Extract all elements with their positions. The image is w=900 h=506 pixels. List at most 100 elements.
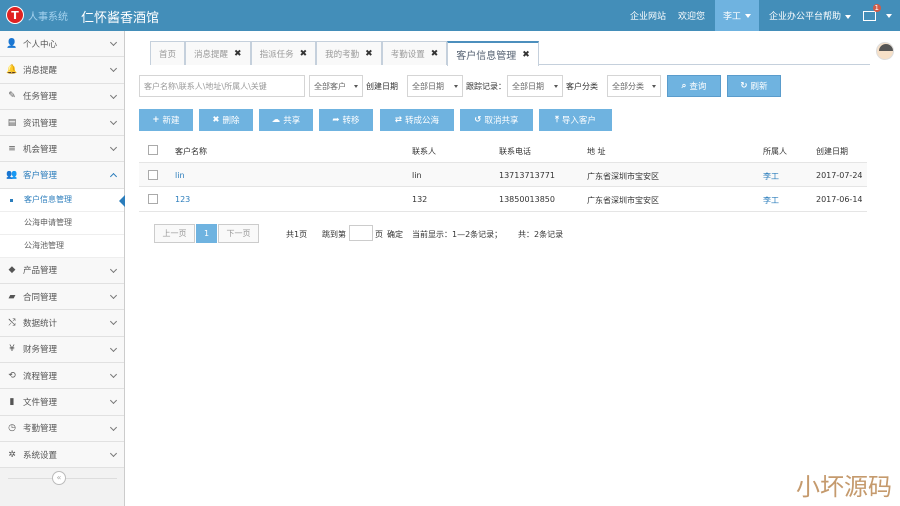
refresh-label: 刷新: [750, 82, 768, 92]
sidebar-item-3[interactable]: ▤ 资讯管理: [0, 109, 124, 137]
category-label: 客户分类: [566, 82, 598, 91]
total-pages: 共1页: [286, 230, 308, 239]
refresh-button[interactable]: ↻ 刷新: [727, 75, 781, 97]
sidebar-item-5[interactable]: 👥 客户管理: [0, 162, 124, 189]
chevron-down-icon: [109, 344, 118, 352]
chevron-down-icon: [109, 292, 118, 300]
action-label: 转移: [342, 116, 360, 126]
tab-4[interactable]: 考勤设置 ✖: [381, 41, 448, 65]
tab-2[interactable]: 指派任务 ✖: [250, 41, 317, 65]
app-title: 仁怀酱香酒馆: [81, 11, 160, 26]
tab-5[interactable]: 客户信息管理 ✖: [447, 41, 539, 66]
help-menu[interactable]: 企业办公平台帮助: [769, 9, 851, 22]
sidebar-item-13[interactable]: ✲ 系统设置: [0, 441, 124, 469]
row-checkbox[interactable]: [148, 169, 158, 180]
sidebar-item-label: 文件管理: [23, 397, 58, 408]
table-cell: 广东省深圳市宝安区: [587, 196, 659, 205]
logo-icon: T: [6, 6, 24, 24]
prev-page-button[interactable]: 上一页: [154, 224, 195, 243]
tab-1[interactable]: 消息提醒 ✖: [185, 41, 251, 65]
action-button-1[interactable]: ✖ 删除: [199, 109, 253, 131]
chevron-down-icon: [109, 38, 118, 47]
sidebar-item-8[interactable]: ⤭ 数据统计: [0, 310, 124, 337]
sidebar-item-2[interactable]: ✎ 任务管理: [0, 83, 124, 110]
sidebar-item-11[interactable]: ▮ 文件管理: [0, 389, 124, 416]
customer-select[interactable]: 全部客户: [309, 75, 363, 97]
user-menu[interactable]: 李工: [714, 0, 759, 31]
table-cell[interactable]: 李工: [763, 171, 779, 182]
action-button-3[interactable]: ➦ 转移: [319, 109, 373, 131]
mail-badge: 1: [872, 3, 881, 12]
column-header: 客户名称: [175, 147, 207, 156]
sidebar-item-7[interactable]: ▰ 合同管理: [0, 284, 124, 311]
sidebar-item-12[interactable]: ◷ 考勤管理: [0, 415, 124, 442]
row-checkbox[interactable]: [148, 194, 158, 204]
table-cell: 2017-07-24: [816, 170, 863, 180]
sidebar-item-6[interactable]: ◆ 产品管理: [0, 257, 124, 285]
sidebar-item-9[interactable]: ¥ 财务管理: [0, 336, 124, 363]
sidebar-item-label: 任务管理: [23, 92, 58, 103]
dropbox-icon: ◆: [8, 265, 16, 276]
sidebar-item-1[interactable]: 🔔 消息提醒: [0, 57, 124, 84]
sidebar-item-label: 个人中心: [23, 39, 58, 50]
action-button-0[interactable]: + 新建: [139, 109, 193, 131]
folder-icon: ▰: [8, 291, 16, 302]
action-button-2[interactable]: ☁ 共享: [259, 109, 313, 131]
clock-icon: ◷: [8, 423, 16, 434]
select-all-checkbox[interactable]: [148, 145, 158, 155]
remove-icon: ✖: [212, 115, 220, 125]
top-bar: T 人事系统 仁怀酱香酒馆 企业网站 欢迎您 李工 企业办公平台帮助 1: [0, 0, 900, 31]
close-icon[interactable]: ✖: [431, 49, 439, 59]
table-cell: 13713713771: [499, 170, 555, 180]
query-button[interactable]: ⌕ 查询: [667, 75, 721, 97]
action-button-5[interactable]: ↺ 取消共享: [460, 109, 533, 131]
search-input[interactable]: 客户名称\联系人\地址\所属人\关键: [139, 75, 305, 97]
next-page-button[interactable]: 下一页: [218, 224, 259, 243]
sidebar-subitem-0[interactable]: 客户信息管理: [0, 188, 125, 212]
created-date-label: 创建日期: [366, 82, 398, 91]
followup-select[interactable]: 全部日期: [507, 75, 563, 97]
sidebar-item-0[interactable]: 👤 个人中心: [0, 31, 124, 58]
company-site-link[interactable]: 企业网站: [630, 9, 666, 22]
created-date-select[interactable]: 全部日期: [407, 75, 463, 97]
list-icon: ≡: [8, 143, 16, 154]
jump-label: 跳到第: [322, 230, 346, 239]
mail-icon[interactable]: 1: [863, 3, 881, 21]
share-icon: ➦: [332, 115, 340, 125]
customer-select-value: 全部客户: [314, 82, 346, 91]
page-1-button[interactable]: 1: [196, 224, 217, 243]
chevron-down-icon: [744, 13, 751, 18]
tab-0[interactable]: 首页: [150, 41, 186, 65]
action-label: 新建: [162, 116, 180, 126]
jump-page-input[interactable]: [349, 225, 373, 241]
tab-label: 考勤设置: [390, 49, 425, 60]
close-icon[interactable]: ✖: [300, 49, 308, 59]
table-cell[interactable]: lin: [175, 171, 185, 180]
close-icon[interactable]: ✖: [365, 49, 373, 59]
sidebar-item-label: 系统设置: [23, 450, 58, 461]
sidebar-item-10[interactable]: ⟲ 流程管理: [0, 362, 124, 390]
column-header: 联系电话: [499, 147, 531, 156]
chevron-down-icon: [109, 318, 118, 326]
collapse-sidebar-button[interactable]: «: [52, 471, 66, 485]
close-icon[interactable]: ✖: [234, 49, 242, 59]
table-cell[interactable]: 李工: [763, 195, 779, 206]
action-label: 删除: [222, 116, 240, 126]
category-select[interactable]: 全部分类: [607, 75, 661, 97]
created-date-value: 全部日期: [412, 82, 444, 91]
table-row[interactable]: lin lin 13713713771 广东省深圳市宝安区 李工 2017-07-24: [139, 162, 867, 187]
caret-down-icon: [554, 85, 558, 88]
action-button-6[interactable]: ⤒ 导入客户: [539, 109, 612, 131]
table-row[interactable]: 123 132 13850013850 广东省深圳市宝安区 李工 2017-06-14: [139, 187, 867, 212]
chevron-down-icon[interactable]: [886, 13, 892, 18]
close-icon[interactable]: ✖: [522, 50, 530, 60]
tab-3[interactable]: 我的考勤 ✖: [316, 41, 382, 65]
avatar[interactable]: [876, 42, 894, 60]
sidebar-subitem-1[interactable]: 公海申请管理: [0, 211, 124, 235]
jump-confirm-button[interactable]: 确定: [387, 229, 403, 240]
table-cell[interactable]: 123: [175, 195, 190, 204]
action-button-4[interactable]: ⇄ 转成公海: [380, 109, 454, 131]
sidebar-subitem-2[interactable]: 公海池管理: [0, 234, 124, 258]
chevron-down-icon: [109, 91, 118, 99]
sidebar-item-4[interactable]: ≡ 机会管理: [0, 136, 124, 163]
